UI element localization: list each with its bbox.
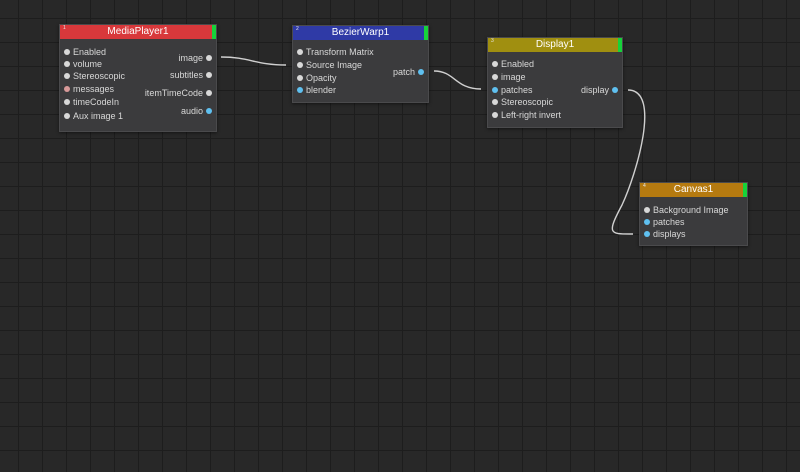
input-port-timecodein[interactable]: timeCodeIn bbox=[60, 96, 119, 108]
port-connector-icon[interactable] bbox=[206, 108, 212, 114]
node-title: Display1 bbox=[535, 39, 575, 50]
port-connector-icon[interactable] bbox=[612, 87, 618, 93]
port-label: image bbox=[178, 53, 203, 63]
node-title: Canvas1 bbox=[673, 184, 714, 195]
port-label: Enabled bbox=[501, 59, 535, 69]
port-label: patches bbox=[501, 85, 533, 95]
port-connector-icon[interactable] bbox=[644, 231, 650, 237]
output-port-audio[interactable]: audio bbox=[181, 105, 216, 117]
port-connector-icon[interactable] bbox=[64, 99, 70, 105]
node-index: 1 bbox=[63, 25, 66, 31]
port-label: Transform Matrix bbox=[306, 47, 374, 57]
input-port-background-image[interactable]: Background Image bbox=[640, 204, 729, 216]
node-title: BezierWarp1 bbox=[331, 27, 390, 38]
port-label: volume bbox=[73, 59, 103, 69]
port-connector-icon[interactable] bbox=[64, 86, 70, 92]
port-connector-icon[interactable] bbox=[206, 55, 212, 61]
input-port-transform-matrix[interactable]: Transform Matrix bbox=[293, 46, 374, 58]
port-label: Aux image 1 bbox=[73, 111, 124, 121]
port-label: Left-right invert bbox=[501, 110, 562, 120]
port-connector-icon[interactable] bbox=[644, 207, 650, 213]
input-port-source-image[interactable]: Source Image bbox=[293, 59, 362, 71]
port-connector-icon[interactable] bbox=[492, 61, 498, 67]
input-port-stereoscopic[interactable]: Stereoscopic bbox=[488, 96, 553, 108]
port-connector-icon[interactable] bbox=[492, 74, 498, 80]
input-port-blender[interactable]: blender bbox=[293, 84, 336, 96]
port-connector-icon[interactable] bbox=[206, 72, 212, 78]
node-title: MediaPlayer1 bbox=[107, 26, 169, 37]
node-header-bezier-warp[interactable]: 2 BezierWarp1 bbox=[293, 26, 428, 40]
port-label: itemTimeCode bbox=[144, 88, 203, 98]
port-label: Stereoscopic bbox=[501, 97, 554, 107]
input-port-displays[interactable]: displays bbox=[640, 228, 686, 240]
node-header-display[interactable]: 3 Display1 bbox=[488, 38, 622, 52]
node-index: 3 bbox=[491, 38, 494, 44]
node-display[interactable]: 3 Display1 Enabled image patches Stereos… bbox=[487, 37, 623, 128]
port-connector-icon[interactable] bbox=[64, 61, 70, 67]
port-connector-icon[interactable] bbox=[418, 69, 424, 75]
port-label: patches bbox=[653, 217, 685, 227]
node-bezier-warp[interactable]: 2 BezierWarp1 Transform Matrix Source Im… bbox=[292, 25, 429, 103]
port-label: image bbox=[501, 72, 526, 82]
input-port-aux-image-1[interactable]: Aux image 1 bbox=[60, 110, 123, 122]
node-index: 4 bbox=[643, 183, 646, 189]
port-label: timeCodeIn bbox=[73, 97, 120, 107]
wire-image-to-source-image[interactable] bbox=[220, 56, 287, 66]
node-status-indicator bbox=[743, 183, 747, 197]
port-connector-icon[interactable] bbox=[206, 90, 212, 96]
node-canvas[interactable]: 4 Canvas1 Background Image patches displ… bbox=[639, 182, 748, 246]
port-connector-icon[interactable] bbox=[297, 87, 303, 93]
port-label: blender bbox=[306, 85, 337, 95]
port-connector-icon[interactable] bbox=[64, 113, 70, 119]
output-port-patch[interactable]: patch bbox=[393, 66, 428, 78]
port-label: subtitles bbox=[169, 70, 203, 80]
port-connector-icon[interactable] bbox=[492, 112, 498, 118]
port-connector-icon[interactable] bbox=[644, 219, 650, 225]
node-status-indicator bbox=[424, 26, 428, 40]
port-label: messages bbox=[73, 84, 115, 94]
input-port-messages[interactable]: messages bbox=[60, 83, 114, 95]
output-port-subtitles[interactable]: subtitles bbox=[170, 69, 216, 81]
node-status-indicator bbox=[212, 25, 216, 39]
wire-patch-to-patches[interactable] bbox=[433, 70, 482, 90]
node-status-indicator bbox=[618, 38, 622, 52]
port-label: displays bbox=[653, 229, 686, 239]
port-label: Stereoscopic bbox=[73, 71, 126, 81]
port-connector-icon[interactable] bbox=[492, 99, 498, 105]
input-port-patches[interactable]: patches bbox=[488, 84, 533, 96]
port-connector-icon[interactable] bbox=[297, 49, 303, 55]
port-connector-icon[interactable] bbox=[297, 75, 303, 81]
input-port-patches[interactable]: patches bbox=[640, 216, 685, 228]
port-label: Opacity bbox=[306, 73, 337, 83]
port-connector-icon[interactable] bbox=[64, 49, 70, 55]
input-port-image[interactable]: image bbox=[488, 71, 526, 83]
port-connector-icon[interactable] bbox=[64, 73, 70, 79]
output-port-itemtimecode[interactable]: itemTimeCode bbox=[145, 87, 216, 99]
port-label: Enabled bbox=[73, 47, 107, 57]
output-port-image[interactable]: image bbox=[178, 52, 216, 64]
input-port-enabled[interactable]: Enabled bbox=[60, 46, 106, 58]
port-label: patch bbox=[392, 67, 415, 77]
node-media-player[interactable]: 1 MediaPlayer1 Enabled volume Stereoscop… bbox=[59, 24, 217, 132]
input-port-enabled[interactable]: Enabled bbox=[488, 58, 534, 70]
port-label: Background Image bbox=[653, 205, 729, 215]
port-label: audio bbox=[180, 106, 203, 116]
input-port-opacity[interactable]: Opacity bbox=[293, 72, 337, 84]
input-port-stereoscopic[interactable]: Stereoscopic bbox=[60, 70, 125, 82]
port-label: display bbox=[580, 85, 609, 95]
input-port-volume[interactable]: volume bbox=[60, 58, 102, 70]
node-header-canvas[interactable]: 4 Canvas1 bbox=[640, 183, 747, 197]
input-port-left-right-invert[interactable]: Left-right invert bbox=[488, 109, 561, 121]
port-connector-icon[interactable] bbox=[297, 62, 303, 68]
node-header-media-player[interactable]: 1 MediaPlayer1 bbox=[60, 25, 216, 39]
node-index: 2 bbox=[296, 26, 299, 32]
port-label: Source Image bbox=[306, 60, 363, 70]
output-port-display[interactable]: display bbox=[581, 84, 622, 96]
port-connector-icon[interactable] bbox=[492, 87, 498, 93]
